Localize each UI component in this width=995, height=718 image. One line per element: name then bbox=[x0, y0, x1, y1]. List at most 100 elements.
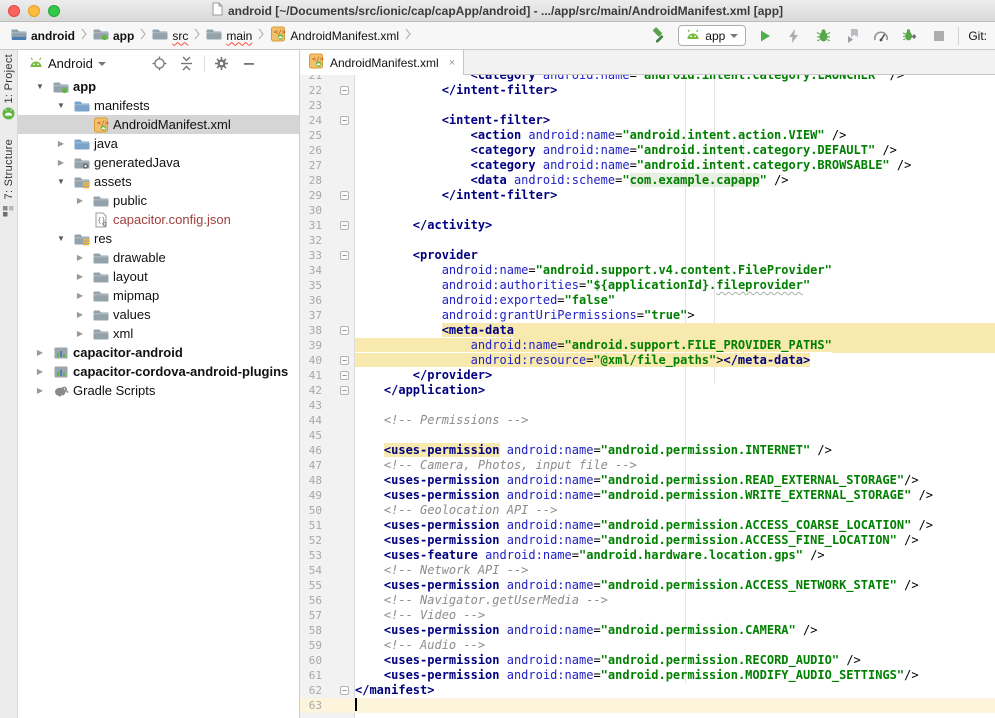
expanded-arrow-icon[interactable]: ▼ bbox=[56, 177, 66, 186]
collapsed-arrow-icon[interactable]: ▶ bbox=[35, 367, 45, 376]
code-line-51: 51 <uses-permission android:name="androi… bbox=[300, 518, 995, 533]
stop-button[interactable] bbox=[929, 26, 949, 46]
fold-marker-icon[interactable]: − bbox=[340, 116, 349, 125]
line-number: 53 bbox=[300, 548, 355, 563]
settings-gear-button[interactable] bbox=[212, 54, 232, 74]
tree-item-androidmanifest-xml[interactable]: </>AndroidManifest.xml bbox=[18, 115, 299, 134]
profiler-button[interactable] bbox=[871, 26, 891, 46]
project-tree: ▼app▼manifests</>AndroidManifest.xml▶jav… bbox=[18, 77, 299, 400]
code-line-33: 33− <provider bbox=[300, 248, 995, 263]
code-line-25: 25 <action android:name="android.intent.… bbox=[300, 128, 995, 143]
fold-marker-icon[interactable]: − bbox=[340, 326, 349, 335]
fold-marker-icon[interactable]: − bbox=[340, 386, 349, 395]
collapsed-arrow-icon[interactable]: ▶ bbox=[35, 386, 45, 395]
file-manifest-icon: </> bbox=[270, 26, 286, 45]
collapsed-arrow-icon[interactable]: ▶ bbox=[75, 291, 85, 300]
expanded-arrow-icon[interactable]: ▼ bbox=[35, 82, 45, 91]
breadcrumb-chevron-icon bbox=[140, 28, 146, 43]
tree-item-assets[interactable]: ▼ assets bbox=[18, 172, 299, 191]
collapsed-arrow-icon[interactable]: ▶ bbox=[56, 139, 66, 148]
tree-item-public[interactable]: ▶public bbox=[18, 191, 299, 210]
tree-item-label: assets bbox=[94, 174, 132, 189]
folder-blue-icon bbox=[74, 98, 90, 114]
close-window-button[interactable] bbox=[8, 5, 20, 17]
fold-marker-icon[interactable]: − bbox=[340, 371, 349, 380]
tree-item-app[interactable]: ▼app bbox=[18, 77, 299, 96]
apply-changes-button[interactable] bbox=[784, 26, 804, 46]
structure-tool-button[interactable]: 7: Structure bbox=[3, 139, 15, 221]
fold-marker-icon[interactable]: − bbox=[340, 686, 349, 695]
zoom-window-button[interactable] bbox=[48, 5, 60, 17]
tree-item-capacitor-android[interactable]: ▶capacitor-android bbox=[18, 343, 299, 362]
fold-marker-icon[interactable]: − bbox=[340, 221, 349, 230]
debug-button[interactable] bbox=[813, 26, 833, 46]
tree-item-label: values bbox=[113, 307, 151, 322]
fold-marker-icon[interactable]: − bbox=[340, 191, 349, 200]
code-text: <!-- Audio --> bbox=[355, 638, 485, 653]
collapsed-arrow-icon[interactable]: ▶ bbox=[75, 329, 85, 338]
line-number: 61 bbox=[300, 668, 355, 683]
attach-debugger-button[interactable] bbox=[900, 26, 920, 46]
project-view-select[interactable]: Android bbox=[29, 56, 106, 71]
tree-item-label: Gradle Scripts bbox=[73, 383, 155, 398]
build-hammer-button[interactable] bbox=[649, 26, 669, 46]
tree-item-generatedjava[interactable]: ▶generatedJava bbox=[18, 153, 299, 172]
editor-tab-androidmanifest[interactable]: </> AndroidManifest.xml × bbox=[300, 50, 464, 75]
tree-item-values[interactable]: ▶ values bbox=[18, 305, 299, 324]
breadcrumb-item-src[interactable]: src bbox=[149, 24, 191, 47]
collapsed-arrow-icon[interactable]: ▶ bbox=[56, 158, 66, 167]
tree-item-java[interactable]: ▶java bbox=[18, 134, 299, 153]
tree-item-capacitor-config-json[interactable]: {}capacitor.config.json bbox=[18, 210, 299, 229]
folder-plain-icon bbox=[93, 269, 109, 285]
tree-item-gradle-scripts[interactable]: ▶ Gradle Scripts bbox=[18, 381, 299, 400]
code-text: <uses-permission android:name="android.p… bbox=[355, 518, 933, 533]
fold-marker-icon[interactable]: − bbox=[340, 86, 349, 95]
breadcrumb-item-android[interactable]: android bbox=[8, 24, 78, 47]
tree-item-capacitor-cordova-android-plugins[interactable]: ▶capacitor-cordova-android-plugins bbox=[18, 362, 299, 381]
collapsed-arrow-icon[interactable]: ▶ bbox=[75, 272, 85, 281]
run-button[interactable] bbox=[755, 26, 775, 46]
code-text: <!-- Permissions --> bbox=[355, 413, 528, 428]
folder-app-icon bbox=[53, 79, 69, 95]
tree-item-label: manifests bbox=[94, 98, 150, 113]
expanded-arrow-icon[interactable]: ▼ bbox=[56, 234, 66, 243]
expanded-arrow-icon[interactable]: ▼ bbox=[56, 101, 66, 110]
tree-item-xml[interactable]: ▶xml bbox=[18, 324, 299, 343]
hide-panel-button[interactable] bbox=[239, 54, 259, 74]
coverage-button[interactable] bbox=[842, 26, 862, 46]
code-editor[interactable]: 21 <category android:name="android.inten… bbox=[300, 75, 995, 718]
code-line-23: 23 bbox=[300, 98, 995, 113]
code-text: <uses-permission android:name="android.p… bbox=[355, 653, 861, 668]
tree-item-manifests[interactable]: ▼ manifests bbox=[18, 96, 299, 115]
line-number: 50 bbox=[300, 503, 355, 518]
chevron-down-icon bbox=[98, 62, 106, 66]
tree-item-drawable[interactable]: ▶drawable bbox=[18, 248, 299, 267]
breadcrumb-item-app[interactable]: app bbox=[90, 24, 137, 47]
collapsed-arrow-icon[interactable]: ▶ bbox=[35, 348, 45, 357]
locate-file-button[interactable] bbox=[150, 54, 170, 74]
tree-item-mipmap[interactable]: ▶mipmap bbox=[18, 286, 299, 305]
line-number: 56 bbox=[300, 593, 355, 608]
tree-item-label: AndroidManifest.xml bbox=[113, 117, 231, 132]
folder-plain-icon bbox=[93, 307, 109, 323]
breadcrumb-item-androidmanifest-xml[interactable]: </>AndroidManifest.xml bbox=[267, 24, 402, 47]
collapsed-arrow-icon[interactable]: ▶ bbox=[75, 310, 85, 319]
git-widget[interactable]: Git: bbox=[968, 29, 987, 43]
code-text: android:resource="@xml/file_paths"></met… bbox=[355, 353, 810, 368]
collapsed-arrow-icon[interactable]: ▶ bbox=[75, 196, 85, 205]
line-number: 34 bbox=[300, 263, 355, 278]
breadcrumb-item-main[interactable]: main bbox=[203, 24, 255, 47]
tree-item-res[interactable]: ▼res bbox=[18, 229, 299, 248]
collapsed-arrow-icon[interactable]: ▶ bbox=[75, 253, 85, 262]
tree-item-layout[interactable]: ▶ layout bbox=[18, 267, 299, 286]
line-number: 26 bbox=[300, 143, 355, 158]
run-configuration-select[interactable]: app bbox=[678, 25, 746, 46]
fold-marker-icon[interactable]: − bbox=[340, 356, 349, 365]
tree-item-label: layout bbox=[113, 269, 148, 284]
project-tool-button[interactable]: 1: Project bbox=[2, 54, 15, 125]
code-line-59: 59 <!-- Audio --> bbox=[300, 638, 995, 653]
minimize-window-button[interactable] bbox=[28, 5, 40, 17]
collapse-all-button[interactable] bbox=[177, 54, 197, 74]
close-tab-icon[interactable]: × bbox=[449, 57, 455, 69]
fold-marker-icon[interactable]: − bbox=[340, 251, 349, 260]
